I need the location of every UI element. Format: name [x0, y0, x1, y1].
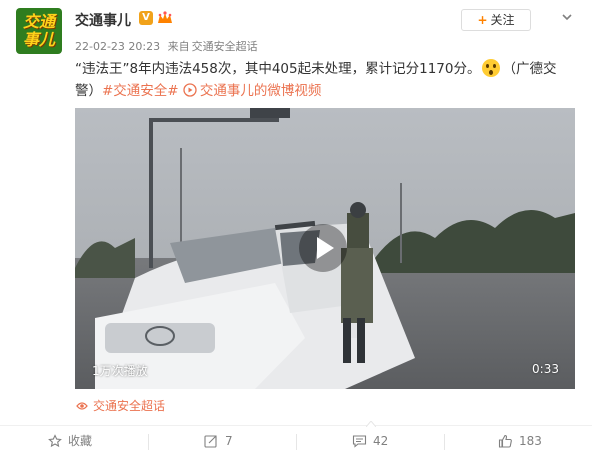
repost-icon	[204, 435, 217, 448]
repost-count: 7	[225, 434, 233, 448]
author-name[interactable]: 交通事儿	[75, 10, 131, 30]
action-separator	[444, 434, 445, 450]
video-player[interactable]: 1万次播放 0:33	[75, 108, 575, 389]
video-link-label: 交通事儿的微博视频	[199, 83, 322, 99]
hashtag-link[interactable]: #交通安全#	[102, 83, 179, 99]
timestamp[interactable]: 22-02-23 20:23	[75, 40, 160, 53]
action-separator	[296, 434, 297, 450]
action-separator	[148, 434, 149, 450]
view-count: 1万次播放	[92, 364, 148, 378]
supertopic-label: 交通安全超话	[93, 399, 166, 413]
plus-icon: +	[477, 13, 488, 27]
comment-button[interactable]: 42	[352, 426, 500, 457]
follow-label: 关注	[490, 13, 515, 27]
comment-count: 42	[373, 434, 389, 448]
source-link[interactable]: 交通安全超话	[192, 40, 258, 53]
video-link[interactable]: 交通事儿的微博视频	[183, 83, 322, 99]
action-bar: 收藏 7 42 183	[0, 421, 592, 457]
video-play-icon	[183, 83, 197, 97]
supertopic-icon	[76, 402, 88, 410]
post-meta: 22-02-23 20:23 来自 交通安全超话	[75, 38, 258, 54]
verified-badge-icon: V	[139, 11, 153, 25]
source-prefix: 来自	[167, 40, 190, 53]
video-duration: 0:33	[532, 362, 559, 376]
favorite-label: 收藏	[68, 434, 93, 448]
weibo-post-card: 交通 事儿 交通事儿 V + 关注 22-02-23 20:23 来自 交通安全超话…	[0, 0, 592, 457]
repost-button[interactable]: 7	[204, 426, 352, 457]
avatar-text-top: 交通	[22, 12, 55, 31]
star-icon	[48, 434, 62, 448]
post-text: “违法王”8年内违法458次，其中405起未处理，累计记分1170分。 （广德交警…	[75, 58, 565, 102]
supertopic-link[interactable]: 交通安全超话	[75, 397, 165, 414]
play-button-icon[interactable]	[298, 223, 348, 273]
comment-icon	[352, 435, 367, 448]
avatar-text-bottom: 事儿	[22, 30, 55, 49]
chevron-down-icon[interactable]	[560, 10, 574, 24]
thumbs-up-icon	[498, 434, 512, 448]
like-count: 183	[519, 434, 542, 448]
follow-button[interactable]: + 关注	[461, 9, 531, 31]
surprised-face-icon	[482, 59, 501, 77]
member-level-icon	[158, 11, 172, 23]
like-button[interactable]: 183	[498, 426, 592, 457]
post-text-body: “违法王”8年内违法458次，其中405起未处理，累计记分1170分。	[75, 61, 481, 77]
favorite-button[interactable]: 收藏	[48, 426, 196, 457]
avatar[interactable]: 交通 事儿	[16, 8, 62, 54]
